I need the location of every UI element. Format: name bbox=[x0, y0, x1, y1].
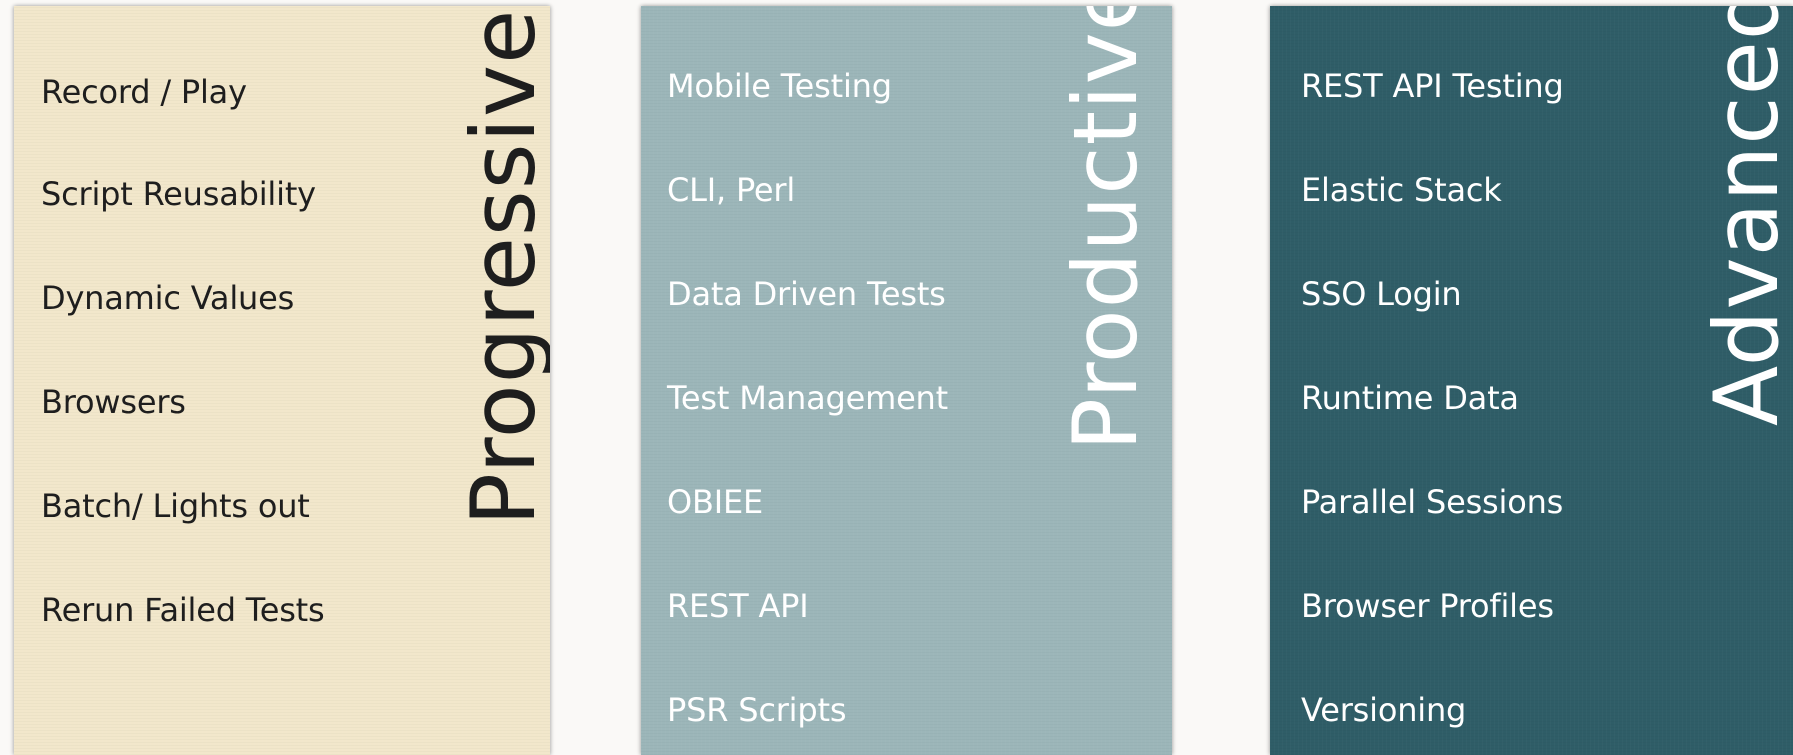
productive-item-psr-scripts: PSR Scripts bbox=[667, 691, 847, 729]
advanced-item-parallel-sessions: Parallel Sessions bbox=[1301, 483, 1564, 521]
advanced-item-runtime-data: Runtime Data bbox=[1301, 379, 1519, 417]
advanced-panel: Advanced REST API Testing Elastic Stack … bbox=[1270, 6, 1793, 755]
progressive-panel: Progressive Record / Play Script Reusabi… bbox=[14, 6, 550, 755]
advanced-item-versioning: Versioning bbox=[1301, 691, 1467, 729]
productive-title: Productive bbox=[1054, 6, 1157, 451]
progressive-item-batch-lights-out: Batch/ Lights out bbox=[41, 487, 310, 525]
progressive-title: Progressive bbox=[452, 8, 550, 526]
advanced-item-elastic-stack: Elastic Stack bbox=[1301, 171, 1502, 209]
progressive-item-browsers: Browsers bbox=[41, 383, 186, 421]
productive-panel: Productive Mobile Testing CLI, Perl Data… bbox=[641, 6, 1172, 755]
advanced-item-rest-api-testing: REST API Testing bbox=[1301, 67, 1564, 105]
advanced-title: Advanced bbox=[1695, 6, 1793, 426]
productive-item-mobile-testing: Mobile Testing bbox=[667, 67, 892, 105]
progressive-item-script-reusability: Script Reusability bbox=[41, 175, 316, 213]
progressive-item-dynamic-values: Dynamic Values bbox=[41, 279, 295, 317]
productive-item-rest-api: REST API bbox=[667, 587, 809, 625]
advanced-item-sso-login: SSO Login bbox=[1301, 275, 1462, 313]
progressive-item-rerun-failed-tests: Rerun Failed Tests bbox=[41, 591, 325, 629]
advanced-item-browser-profiles: Browser Profiles bbox=[1301, 587, 1554, 625]
productive-item-data-driven-tests: Data Driven Tests bbox=[667, 275, 946, 313]
productive-item-obiee: OBIEE bbox=[667, 483, 764, 521]
progressive-item-record-play: Record / Play bbox=[41, 73, 247, 111]
productive-item-test-management: Test Management bbox=[667, 379, 948, 417]
productive-item-cli-perl: CLI, Perl bbox=[667, 171, 796, 209]
